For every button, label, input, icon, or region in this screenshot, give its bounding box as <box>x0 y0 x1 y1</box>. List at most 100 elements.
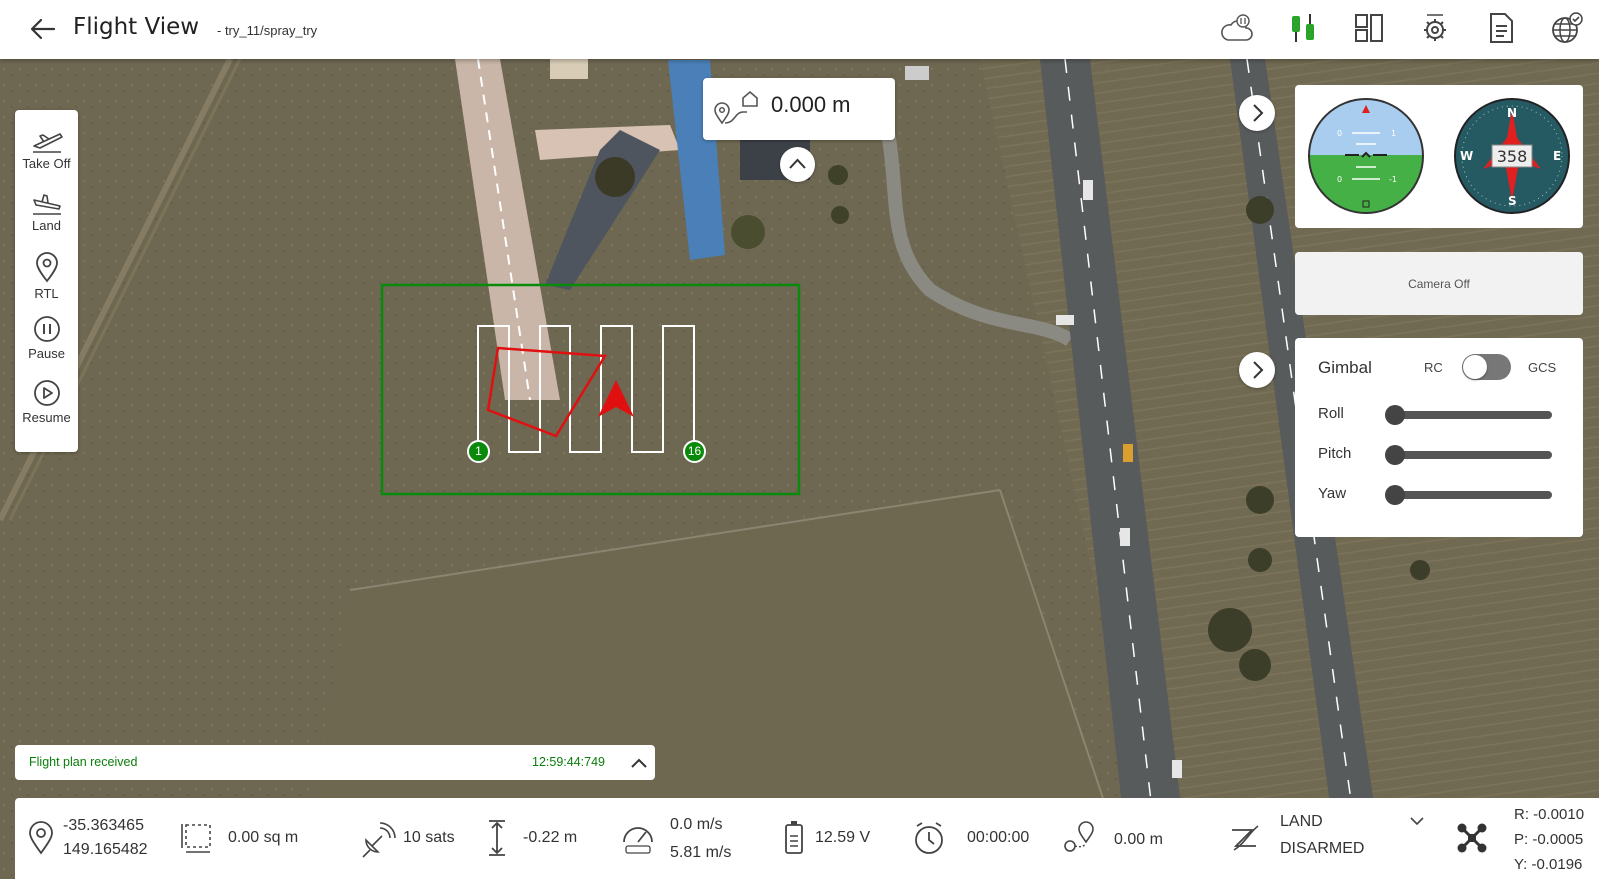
layout-icon[interactable] <box>1351 10 1387 46</box>
chevron-up-icon[interactable] <box>627 751 651 775</box>
home-distance-value: 0.00 m <box>1114 831 1163 848</box>
pitch-label: Pitch <box>1318 445 1352 462</box>
gimbal-gcs-label: GCS <box>1528 360 1557 375</box>
land-button[interactable]: Land <box>15 190 78 233</box>
home-route-icon <box>714 90 758 125</box>
attitude-pitch: P: -0.0005 <box>1514 831 1584 848</box>
waypoint-end-label: 16 <box>687 444 702 458</box>
heading-value: 358 <box>1497 147 1528 166</box>
rtl-label: RTL <box>34 286 59 301</box>
top-bar: Flight View - try_11/spray_try <box>0 0 1599 59</box>
pitch-slider[interactable] <box>1385 445 1552 465</box>
chevron-up-icon <box>789 158 806 169</box>
pitch-tick-upper-left: 0 <box>1337 129 1342 138</box>
altitude-icon <box>489 820 505 856</box>
globe-check-icon[interactable] <box>1549 10 1585 46</box>
vertical-speed: 0.0 m/s <box>670 816 723 833</box>
yaw-label: Yaw <box>1318 485 1347 502</box>
attitude-indicator: 0 1 0 -1 <box>1308 98 1424 214</box>
speedometer-icon <box>623 827 653 854</box>
waypoint-start-label: 1 <box>475 444 482 458</box>
message-bar: Flight plan received 12:59:44:749 <box>15 745 655 780</box>
play-icon <box>33 380 60 406</box>
chevron-right-icon <box>1253 104 1264 122</box>
rtl-button[interactable]: RTL <box>15 252 78 301</box>
pause-label: Pause <box>28 346 65 361</box>
instruments-toggle-button[interactable] <box>1239 95 1275 131</box>
message-time: 12:59:44:749 <box>532 755 605 769</box>
roll-label: Roll <box>1318 405 1344 422</box>
camera-feed[interactable]: Camera Off <box>1295 252 1583 315</box>
battery-voltage: 12.59 V <box>815 829 871 846</box>
compass-w: W <box>1460 149 1473 163</box>
latitude: -35.363465 <box>63 817 144 834</box>
flight-mode[interactable]: LAND <box>1280 813 1323 831</box>
location-pin-icon <box>29 821 53 855</box>
ground-speed: 5.81 m/s <box>670 844 732 861</box>
connection-icon[interactable] <box>1285 10 1321 46</box>
cloud-sync-icon[interactable] <box>1219 10 1255 46</box>
back-arrow-icon[interactable] <box>28 14 58 44</box>
flight-actions-panel: Take Off Land RTL Pause Resume <box>15 110 78 452</box>
home-distance-value: 0.000 m <box>771 92 851 117</box>
area-icon <box>181 824 211 853</box>
home-distance-icon <box>1064 821 1094 852</box>
land-label: Land <box>32 218 61 233</box>
satellite-icon <box>362 822 396 858</box>
toolbar <box>1219 10 1585 46</box>
area-value: 0.00 sq m <box>228 829 299 846</box>
compass-e: E <box>1553 149 1561 163</box>
roll-slider-thumb[interactable] <box>1385 405 1405 425</box>
document-icon[interactable] <box>1483 10 1519 46</box>
pitch-slider-thumb[interactable] <box>1385 445 1405 465</box>
attitude-roll: R: -0.0010 <box>1514 806 1585 823</box>
flight-timer: 00:00:00 <box>967 829 1030 846</box>
chevron-right-icon <box>1253 361 1264 379</box>
roll-slider[interactable] <box>1385 405 1552 425</box>
waypoint-start[interactable]: 1 <box>467 440 490 463</box>
gimbal-control-toggle[interactable] <box>1462 354 1511 380</box>
message-text: Flight plan received <box>29 755 138 769</box>
takeoff-label: Take Off <box>22 156 71 171</box>
takeoff-button[interactable]: Take Off <box>15 128 78 171</box>
gimbal-toggle-button[interactable] <box>1239 352 1275 388</box>
timer-icon <box>915 822 943 854</box>
longitude: 149.165482 <box>63 841 148 858</box>
flight-mode-icon <box>1232 825 1259 851</box>
yaw-slider[interactable] <box>1385 485 1552 505</box>
compass-n: N <box>1507 106 1517 120</box>
takeoff-icon <box>32 133 63 153</box>
compass-indicator: N E S W 358 <box>1454 98 1570 214</box>
yaw-slider-thumb[interactable] <box>1385 485 1405 505</box>
pitch-tick-upper-right: 1 <box>1391 129 1396 138</box>
location-pin-icon <box>35 252 58 283</box>
pause-icon <box>33 316 60 342</box>
pause-button[interactable]: Pause <box>15 314 78 361</box>
attitude-yaw: Y: -0.0196 <box>1514 856 1583 873</box>
pitch-tick-lower-right: -1 <box>1389 175 1397 184</box>
chevron-down-icon[interactable] <box>1408 814 1426 828</box>
flight-instruments: 0 1 0 -1 N E S W 358 <box>1295 85 1583 228</box>
gimbal-panel: Gimbal RC GCS Roll Pitch Yaw <box>1295 338 1583 537</box>
home-distance-box: 0.000 m <box>703 78 895 140</box>
drone-settings-icon[interactable] <box>1417 10 1453 46</box>
compass-s: S <box>1508 194 1517 208</box>
resume-label: Resume <box>22 410 71 425</box>
gimbal-rc-label: RC <box>1424 360 1443 375</box>
mission-path: - try_11/spray_try <box>217 23 318 38</box>
land-icon <box>32 194 61 215</box>
resume-button[interactable]: Resume <box>15 378 78 425</box>
waypoint-end[interactable]: 16 <box>683 440 706 463</box>
altitude-value: -0.22 m <box>523 829 578 846</box>
arm-state: DISARMED <box>1280 840 1365 857</box>
telemetry-bar: -35.363465 149.165482 0.00 sq m 10 sats … <box>15 798 1599 879</box>
pitch-tick-lower-left: 0 <box>1337 175 1342 184</box>
toggle-knob <box>1463 355 1487 379</box>
satellite-count: 10 sats <box>403 829 455 846</box>
collapse-button[interactable] <box>780 147 815 182</box>
gimbal-title: Gimbal <box>1318 358 1372 377</box>
drone-icon <box>1457 823 1487 853</box>
page-title: Flight View <box>73 14 200 40</box>
camera-status: Camera Off <box>1408 276 1470 291</box>
battery-icon <box>785 821 803 854</box>
